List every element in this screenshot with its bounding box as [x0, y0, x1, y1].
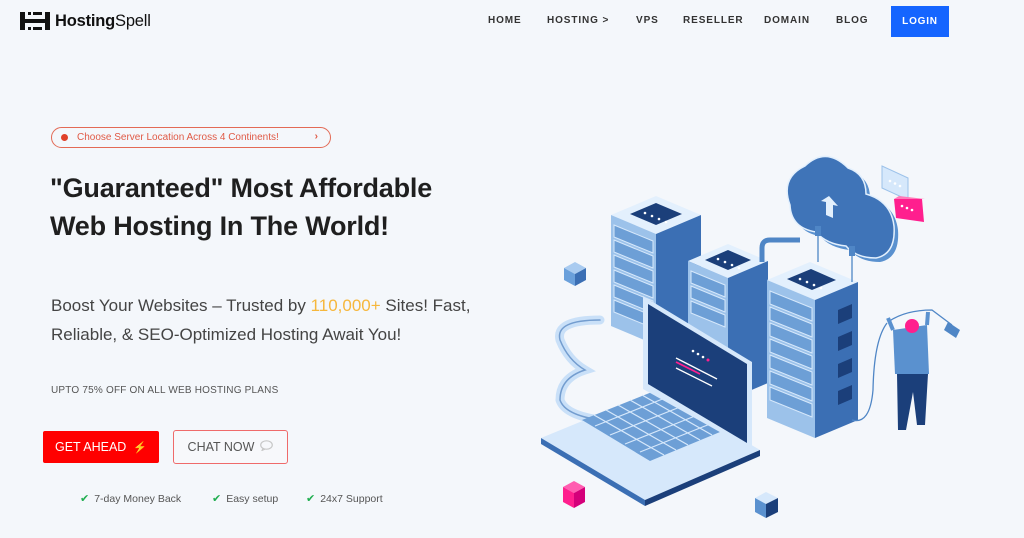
feature-label: 7-day Money Back	[94, 492, 182, 505]
feature-support: ✔ 24x7 Support	[306, 492, 383, 506]
chat-now-label: CHAT NOW	[187, 440, 255, 454]
lightning-icon: ⚡	[133, 441, 148, 454]
pill-text: Choose Server Location Across 4 Continen…	[77, 132, 279, 143]
logo-text: HostingSpell	[55, 11, 151, 30]
chat-bubble-icon	[260, 440, 274, 454]
hero-subline: Boost Your Websites – Trusted by 110,000…	[51, 292, 471, 349]
check-icon: ✔	[306, 493, 316, 505]
feature-label: Easy setup	[226, 492, 279, 505]
pink-cube-icon	[563, 481, 585, 508]
get-ahead-label: GET AHEAD	[54, 440, 127, 454]
nav-vps[interactable]: VPS	[636, 15, 659, 26]
feature-label: 24x7 Support	[320, 492, 383, 505]
logo[interactable]: HostingSpell	[19, 10, 151, 32]
cube-icon	[564, 262, 586, 286]
offer-text: UPTO 75% OFF ON ALL WEB HOSTING PLANS	[51, 385, 279, 396]
login-button[interactable]: LOGIN	[891, 6, 949, 37]
chat-now-button[interactable]: CHAT NOW	[173, 430, 288, 464]
nav-blog[interactable]: BLOG	[836, 15, 869, 26]
red-dot-icon	[61, 134, 68, 141]
server-location-pill[interactable]: Choose Server Location Across 4 Continen…	[51, 127, 331, 148]
nav-reseller[interactable]: RESELLER	[683, 15, 744, 26]
blue-cube-icon	[755, 492, 778, 518]
nav-domain[interactable]: DOMAIN	[764, 15, 810, 26]
feature-easy-setup: ✔ Easy setup	[212, 492, 279, 506]
nav-home[interactable]: HOME	[488, 15, 522, 26]
nav-hosting[interactable]: HOSTING >	[547, 15, 609, 26]
hero-headline: "Guaranteed" Most Affordable Web Hosting…	[50, 173, 433, 241]
site-header: HostingSpell HOME HOSTING > VPS RESELLER…	[0, 0, 1024, 44]
chevron-right-icon: ›	[314, 131, 318, 142]
hosting-spell-logo-icon	[20, 12, 50, 30]
check-icon: ✔	[80, 493, 90, 505]
hero-illustration	[541, 155, 960, 518]
check-icon: ✔	[212, 493, 222, 505]
server-rack-3	[767, 262, 858, 438]
feature-money-back: ✔ 7-day Money Back	[80, 492, 182, 506]
technician-icon	[851, 309, 960, 430]
subline-text-start: Boost Your Websites – Trusted by	[51, 296, 311, 315]
get-ahead-button[interactable]: GET AHEAD ⚡	[43, 431, 159, 463]
sites-count-highlight: 110,000+	[310, 296, 381, 315]
